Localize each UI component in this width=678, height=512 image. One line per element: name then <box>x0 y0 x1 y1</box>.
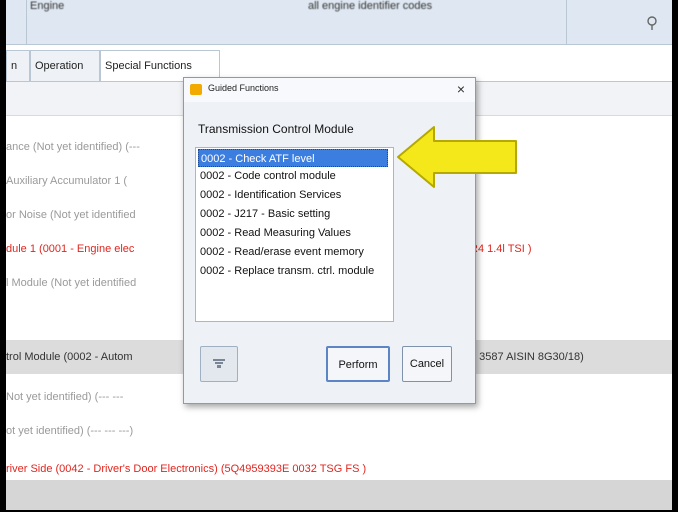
header-cell-right <box>566 0 672 44</box>
header-cell-left <box>6 0 27 44</box>
tab-partial[interactable]: n <box>6 50 30 81</box>
module-row-text: Auxiliary Accumulator 1 ( <box>6 175 128 187</box>
app-logo-icon <box>190 84 202 95</box>
perform-button[interactable]: Perform <box>326 346 390 382</box>
module-row-text: Not yet identified) (--- --- <box>6 391 124 403</box>
tools-button[interactable] <box>200 346 238 382</box>
module-row-text: trol Module (0002 - Autom <box>6 351 133 363</box>
help-icon[interactable] <box>646 16 658 32</box>
module-row-detail: R4 1.4l TSI ) <box>470 243 532 255</box>
app-window: Engine all engine identifier codes n Ope… <box>6 0 672 510</box>
list-item[interactable]: 0002 - Read Measuring Values <box>198 224 388 242</box>
close-icon[interactable]: × <box>457 81 465 97</box>
header-cell-main <box>26 0 567 44</box>
module-row[interactable]: ot yet identified) (--- --- ---) <box>6 414 672 448</box>
cancel-button[interactable]: Cancel <box>402 346 452 382</box>
module-row-text: or Noise (Not yet identified <box>6 209 136 221</box>
dialog-heading: Transmission Control Module <box>198 122 354 136</box>
list-item[interactable]: 0002 - J217 - Basic setting <box>198 205 388 223</box>
guided-functions-list[interactable]: 0002 - Check ATF level 0002 - Code contr… <box>195 147 394 322</box>
module-row-detail: 1 3587 AISIN 8G30/18) <box>470 351 584 363</box>
module-row-text: l Module (Not yet identified <box>6 277 137 289</box>
list-item-selected[interactable]: 0002 - Check ATF level <box>198 149 388 167</box>
header-bar: Engine all engine identifier codes <box>6 0 672 45</box>
status-strip <box>6 480 672 510</box>
engine-codes-label: all engine identifier codes <box>308 0 433 12</box>
dialog-title: Guided Functions <box>208 83 279 93</box>
tools-icon <box>213 359 225 368</box>
module-row-text: ot yet identified) (--- --- ---) <box>6 425 134 437</box>
dialog-titlebar[interactable]: Guided Functions × <box>184 78 475 102</box>
module-row-text: dule 1 (0001 - Engine elec <box>6 243 135 255</box>
list-item[interactable]: 0002 - Identification Services <box>198 186 388 204</box>
list-item[interactable]: 0002 - Read/erase event memory <box>198 243 388 261</box>
annotation-arrow-icon <box>397 126 517 188</box>
list-item[interactable]: 0002 - Replace transm. ctrl. module <box>198 262 388 280</box>
module-row-text: ance (Not yet identified) (--- <box>6 141 140 153</box>
tab-operation[interactable]: Operation <box>30 50 100 81</box>
list-item[interactable]: 0002 - Code control module <box>198 167 388 185</box>
